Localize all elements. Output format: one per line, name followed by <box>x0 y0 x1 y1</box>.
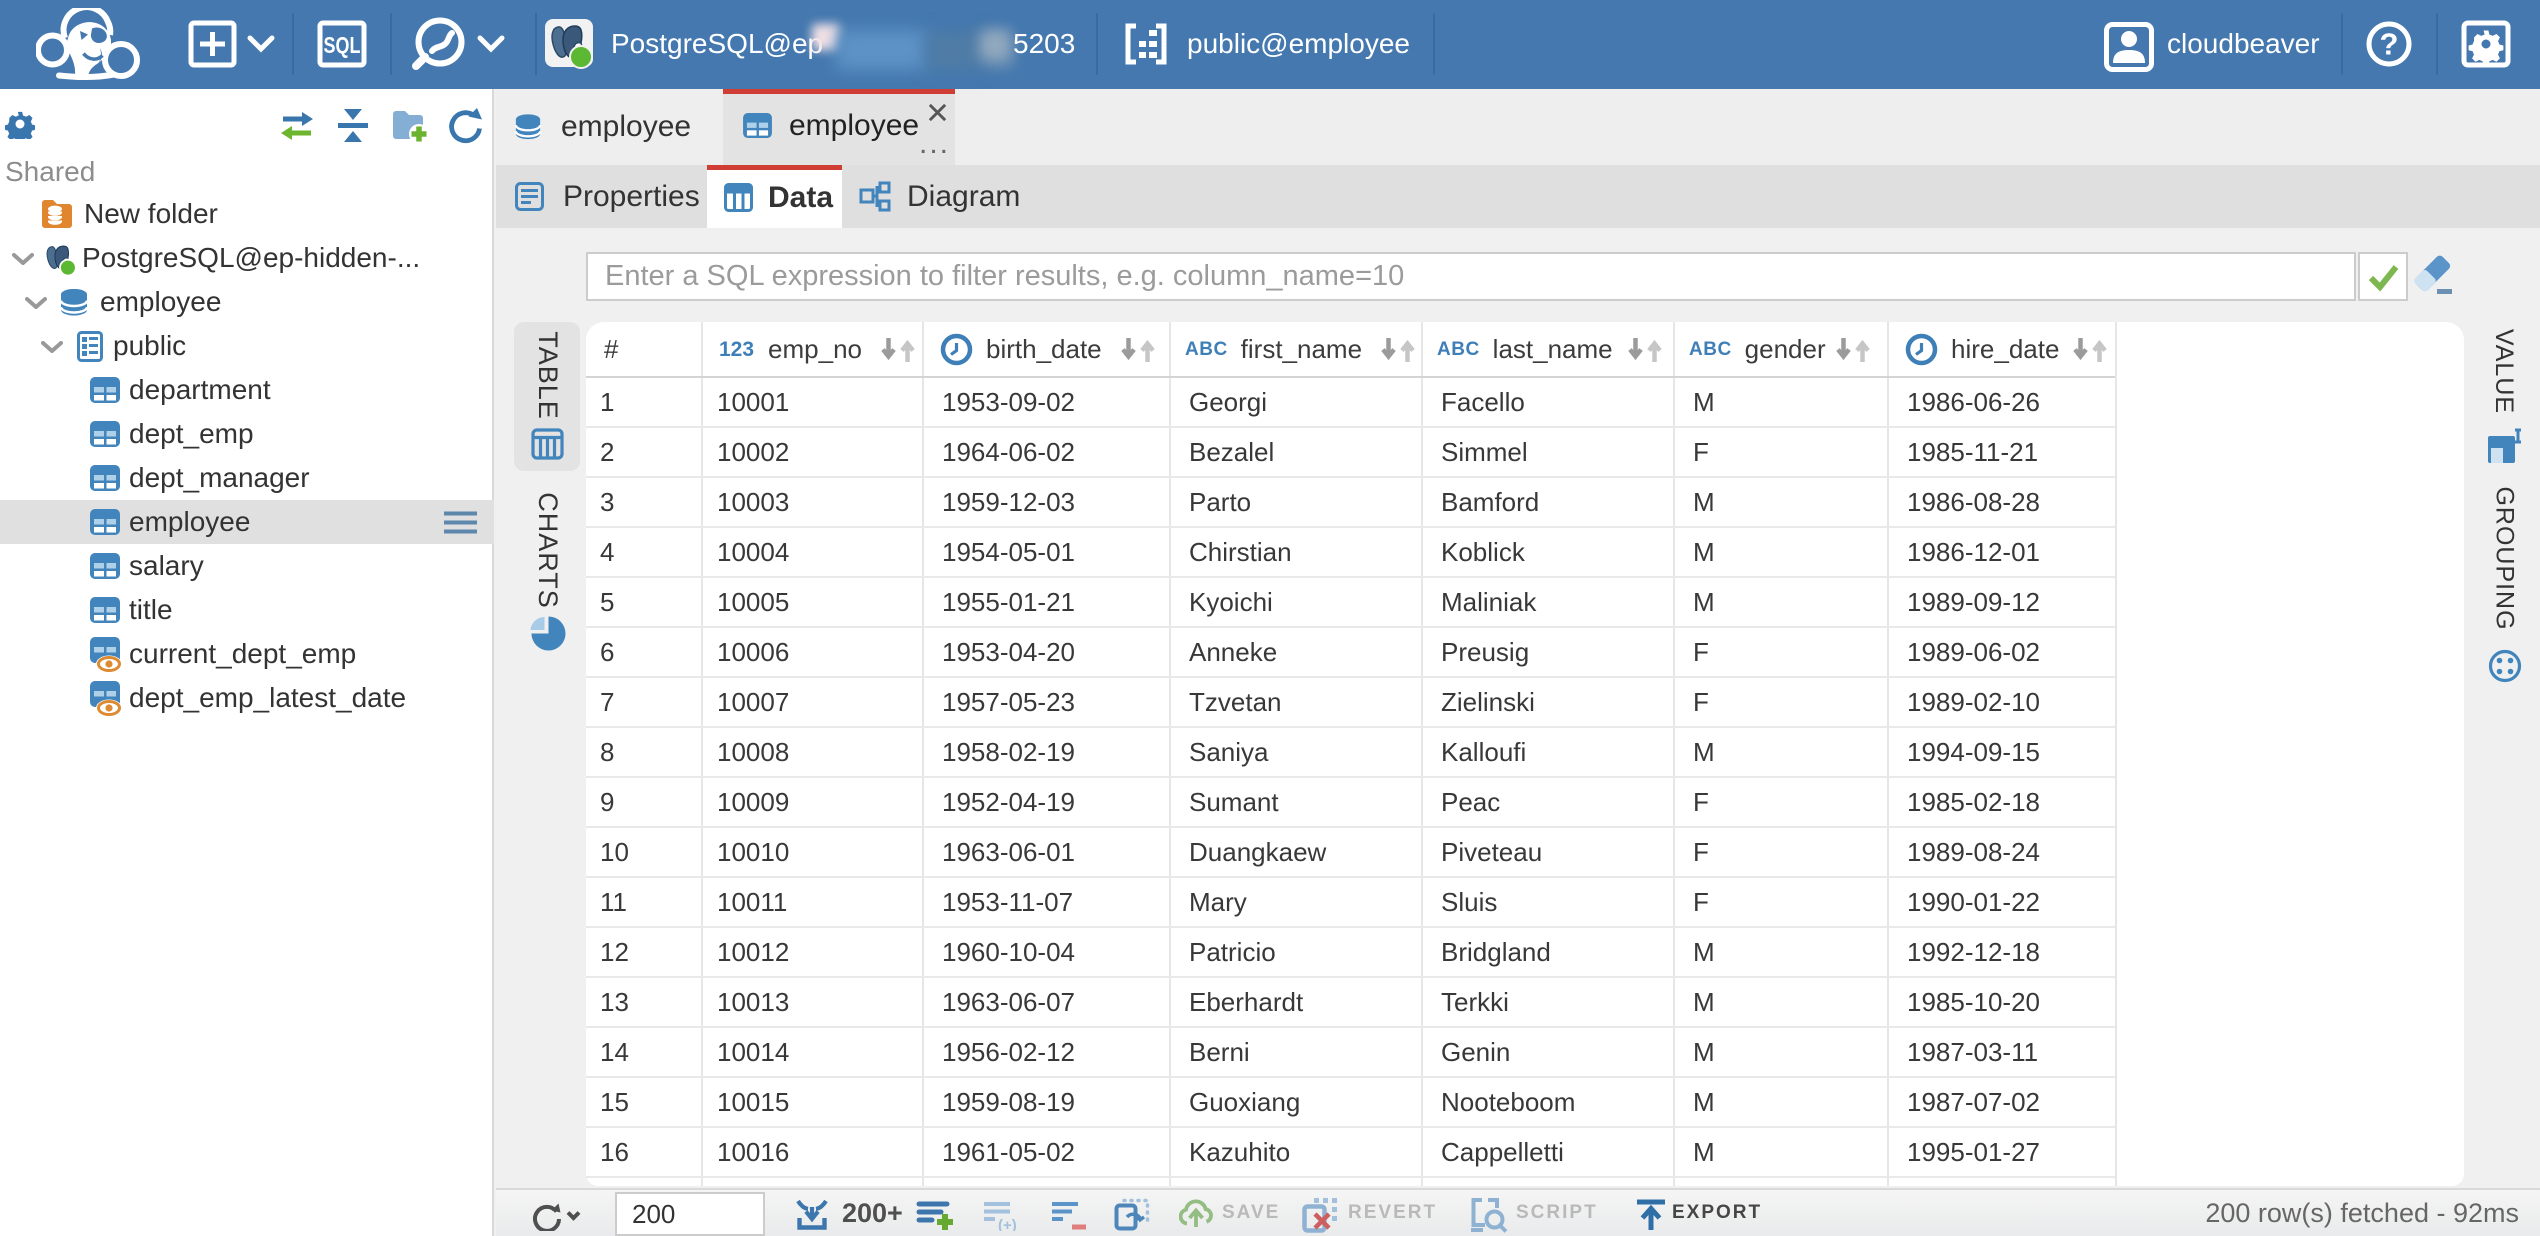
svg-text:(+): (+) <box>998 1217 1017 1231</box>
svg-text:SQL: SQL <box>324 33 361 59</box>
svg-text:?: ? <box>2380 27 2399 62</box>
